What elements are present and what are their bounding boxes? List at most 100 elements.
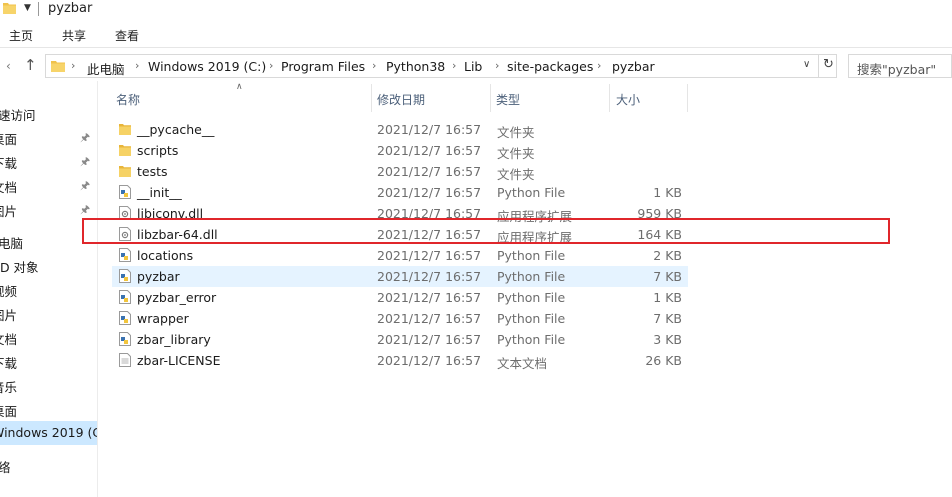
nav-item-label: 3D 对象	[0, 260, 39, 275]
breadcrumb-chevron-icon[interactable]: ›	[372, 59, 376, 72]
file-row[interactable]: zbar_library 2021/12/7 16:57 Python File 3 …	[112, 329, 688, 350]
breadcrumb-chevron-icon[interactable]: ›	[71, 59, 75, 72]
file-name: tests	[137, 164, 168, 179]
nav-item-pictures[interactable]: 图片	[0, 301, 97, 325]
file-date: 2021/12/7 16:57	[377, 311, 482, 326]
tab-view[interactable]: 查看	[115, 27, 139, 44]
file-row[interactable]: tests 2021/12/7 16:57 文件夹	[112, 161, 688, 182]
file-name: __pycache__	[137, 122, 215, 137]
file-row[interactable]: wrapper 2021/12/7 16:57 Python File 7 KB	[112, 308, 688, 329]
refresh-icon[interactable]: ↻	[818, 55, 838, 77]
python-file-icon	[119, 290, 131, 304]
file-date: 2021/12/7 16:57	[377, 353, 482, 368]
search-placeholder: 搜索"pyzbar"	[857, 62, 937, 77]
file-row[interactable]: libiconv.dll 2021/12/7 16:57 应用程序扩展 959 KB	[112, 203, 688, 224]
nav-item-label: 桌面	[0, 132, 18, 147]
file-type: 文件夹	[497, 125, 535, 140]
file-row[interactable]: locations 2021/12/7 16:57 Python File 2 KB	[112, 245, 688, 266]
file-size: 26 KB	[645, 353, 682, 368]
back-chevron-icon[interactable]: ‹	[6, 59, 11, 73]
file-type: Python File	[497, 332, 566, 347]
file-row[interactable]: zbar-LICENSE 2021/12/7 16:57 文本文档 26 KB	[112, 350, 688, 371]
file-name: libiconv.dll	[137, 206, 204, 221]
file-row[interactable]: pyzbar_error 2021/12/7 16:57 Python File 1 …	[112, 287, 688, 308]
column-header-type[interactable]: 类型	[491, 84, 609, 112]
ribbon-tabs: 主页 共享 查看	[0, 22, 952, 48]
file-type: 文件夹	[497, 167, 535, 182]
quick-access-dropdown-icon[interactable]: ▼	[24, 3, 31, 13]
up-arrow-icon[interactable]: ↑	[24, 56, 37, 74]
breadcrumb-drive[interactable]: Windows 2019 (C:)	[148, 59, 266, 74]
search-input[interactable]: 搜索"pyzbar"	[848, 54, 952, 78]
file-type: 应用程序扩展	[497, 230, 573, 245]
nav-item-desktop[interactable]: 桌面	[0, 397, 97, 421]
breadcrumb-chevron-icon[interactable]: ›	[269, 59, 273, 72]
file-row[interactable]: __pycache__ 2021/12/7 16:57 文件夹	[112, 119, 688, 140]
file-name: __init__	[137, 185, 182, 200]
file-type: 文件夹	[497, 146, 535, 161]
nav-item-label: 音乐	[0, 380, 18, 395]
nav-item-videos[interactable]: 视频	[0, 277, 97, 301]
breadcrumb-chevron-icon[interactable]: ›	[495, 59, 499, 72]
breadcrumb-chevron-icon[interactable]: ›	[452, 59, 456, 72]
file-date: 2021/12/7 16:57	[377, 290, 482, 305]
nav-item-pictures-pinned[interactable]: 图片 🖈	[0, 197, 97, 221]
address-history-dropdown-icon[interactable]: ∨	[803, 59, 810, 70]
column-header-modified[interactable]: 修改日期	[372, 84, 490, 112]
folder-icon	[3, 3, 16, 14]
nav-item-label: 文档	[0, 332, 18, 347]
pin-icon: 🖈	[80, 203, 91, 216]
nav-item-label: 下载	[0, 356, 18, 371]
file-name: libzbar-64.dll	[137, 227, 218, 242]
file-row[interactable]: __init__ 2021/12/7 16:57 Python File 1 KB	[112, 182, 688, 203]
address-bar[interactable]: › 此电脑 › Windows 2019 (C:) › Program File…	[45, 54, 837, 78]
breadcrumb-this-pc[interactable]: 此电脑	[87, 59, 125, 78]
breadcrumb-site-packages[interactable]: site-packages	[507, 59, 593, 74]
breadcrumb-program-files[interactable]: Program Files	[281, 59, 365, 74]
nav-item-c-drive[interactable]: Windows 2019 (C:)	[0, 421, 97, 445]
file-size: 959 KB	[637, 206, 682, 221]
column-header-label: 名称	[116, 93, 141, 107]
breadcrumb-pyzbar[interactable]: pyzbar	[612, 59, 655, 74]
breadcrumb-chevron-icon[interactable]: ›	[597, 59, 601, 72]
nav-item-label: 电脑	[0, 236, 24, 251]
file-type: Python File	[497, 269, 566, 284]
column-divider[interactable]	[609, 84, 610, 112]
nav-item-label: 桌面	[0, 404, 18, 419]
nav-item-3d-objects[interactable]: 3D 对象	[0, 253, 97, 277]
nav-item-label: 络	[0, 460, 11, 475]
nav-item-documents-pinned[interactable]: 文档 🖈	[0, 173, 97, 197]
file-row[interactable]: pyzbar 2021/12/7 16:57 Python File 7 KB	[112, 266, 688, 287]
title-separator	[38, 2, 39, 16]
nav-item-quick-access[interactable]: 速访问	[0, 101, 97, 125]
nav-item-downloads[interactable]: 下载	[0, 349, 97, 373]
tab-home[interactable]: 主页	[9, 27, 33, 44]
breadcrumb-lib[interactable]: Lib	[464, 59, 482, 74]
breadcrumb-chevron-icon[interactable]: ›	[135, 59, 139, 72]
breadcrumb-python38[interactable]: Python38	[386, 59, 445, 74]
file-row[interactable]: libzbar-64.dll 2021/12/7 16:57 应用程序扩展 164 K…	[112, 224, 688, 245]
file-type: 应用程序扩展	[497, 209, 573, 224]
dll-file-icon	[119, 206, 131, 220]
nav-item-label: 下载	[0, 156, 18, 171]
file-row[interactable]: scripts 2021/12/7 16:57 文件夹	[112, 140, 688, 161]
column-header-name[interactable]: 名称	[111, 84, 371, 112]
file-name: locations	[137, 248, 194, 263]
nav-item-this-pc[interactable]: 电脑	[0, 229, 97, 253]
nav-item-label: 图片	[0, 204, 18, 219]
tab-share[interactable]: 共享	[62, 27, 86, 44]
column-divider[interactable]	[687, 84, 688, 112]
file-date: 2021/12/7 16:57	[377, 206, 482, 221]
folder-icon	[51, 61, 65, 72]
file-size: 7 KB	[653, 269, 682, 284]
nav-item-desktop-pinned[interactable]: 桌面 🖈	[0, 125, 97, 149]
file-size: 2 KB	[653, 248, 682, 263]
nav-item-music[interactable]: 音乐	[0, 373, 97, 397]
nav-item-documents[interactable]: 文档	[0, 325, 97, 349]
column-header-size[interactable]: 大小	[611, 84, 688, 112]
nav-item-downloads-pinned[interactable]: 下载 🖈	[0, 149, 97, 173]
pin-icon: 🖈	[80, 179, 91, 192]
title-bar: ▼ pyzbar	[0, 0, 952, 20]
column-header-label: 类型	[496, 93, 521, 107]
nav-item-network[interactable]: 络	[0, 453, 97, 477]
